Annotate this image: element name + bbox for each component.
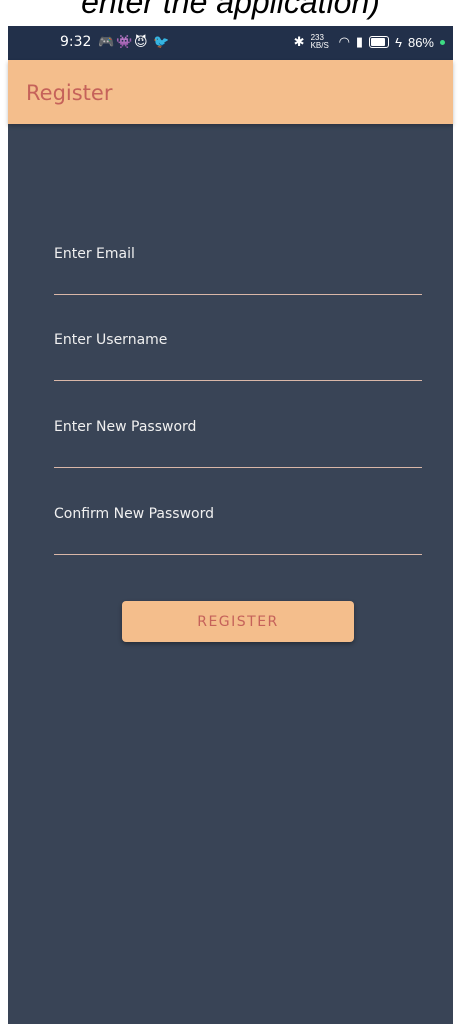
- caption-text: enter the application): [81, 0, 380, 20]
- net-speed: 233 KB/S: [310, 33, 329, 50]
- battery-percent: 86%: [407, 34, 434, 50]
- charging-icon: ϟ: [395, 34, 402, 50]
- page-title: Register: [26, 81, 113, 105]
- wifi-icon: ◠: [338, 34, 350, 49]
- phone-screen: 9:32 🎮 👾 😈 🐦 ✱ 233 KB/S ◠ ▮ ϟ 86% Regist…: [8, 26, 453, 1024]
- email-field: Enter Email: [54, 246, 422, 295]
- username-label: Enter Username: [54, 332, 168, 348]
- email-input[interactable]: [54, 282, 422, 295]
- discord-icon: 🎮: [98, 34, 115, 49]
- avatar-icon: 👾: [116, 34, 133, 49]
- username-field: Enter Username: [54, 332, 422, 381]
- app-bar: Register: [8, 60, 453, 124]
- status-bar: 9:32 🎮 👾 😈 🐦 ✱ 233 KB/S ◠ ▮ ϟ 86%: [8, 26, 453, 60]
- caption: enter the application): [0, 0, 461, 26]
- notification-dot-icon: [440, 39, 445, 45]
- status-time: 9:32: [60, 34, 92, 50]
- confirm-password-field: Confirm New Password: [54, 506, 422, 555]
- battery-icon: [369, 36, 390, 48]
- confirm-password-label: Confirm New Password: [54, 506, 215, 522]
- twitter-icon: 🐦: [153, 34, 170, 49]
- username-input[interactable]: [54, 368, 422, 381]
- password-label: Enter New Password: [54, 419, 197, 435]
- confirm-password-input[interactable]: [54, 542, 422, 555]
- bluetooth-icon: ✱: [293, 34, 305, 49]
- signal-icon: ▮: [355, 34, 364, 49]
- password-input[interactable]: [54, 455, 422, 468]
- status-right: ✱ 233 KB/S ◠ ▮ ϟ 86%: [294, 34, 445, 50]
- password-field: Enter New Password: [54, 419, 422, 468]
- app-icon: 😈: [134, 34, 148, 49]
- email-label: Enter Email: [54, 246, 135, 262]
- register-button[interactable]: REGISTER: [122, 601, 354, 642]
